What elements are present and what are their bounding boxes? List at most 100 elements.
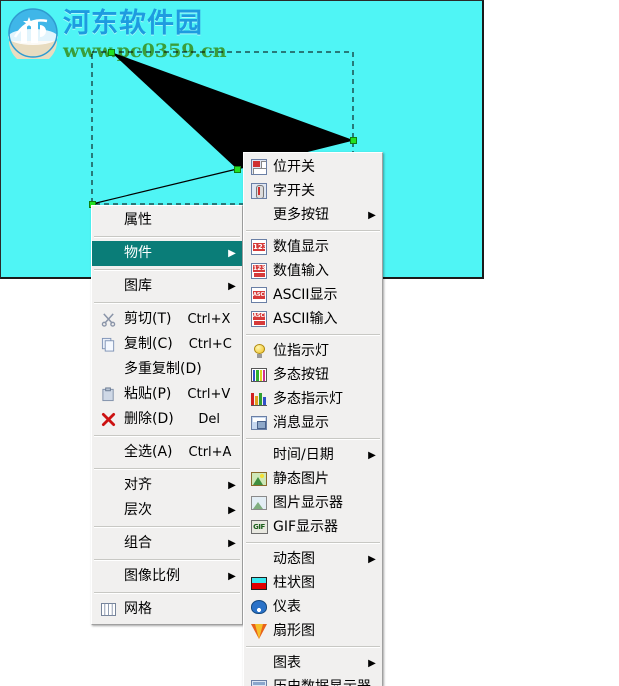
menu-item-accelerator: Ctrl+V — [187, 387, 231, 402]
menu-item-label: 图像比例 — [124, 568, 180, 584]
menu-item-label: 删除(D) — [124, 411, 174, 427]
menu-item-图库[interactable]: 图库 ▶ — [92, 274, 242, 299]
menu-item-accelerator: Ctrl+X — [187, 312, 231, 327]
menu-item-对齐[interactable]: 对齐 ▶ — [92, 473, 242, 498]
multistate-button-icon — [249, 365, 269, 385]
chevron-right-icon: ▶ — [228, 248, 236, 259]
icon-placeholder — [249, 653, 269, 673]
submenu-item-字开关[interactable]: 字开关 — [244, 179, 382, 203]
menu-item-label: 对齐 — [124, 477, 152, 493]
submenu-item-label: 图片显示器 — [273, 495, 343, 511]
bit-switch-icon — [249, 157, 269, 177]
menu-item-label: 组合 — [124, 535, 152, 551]
chevron-right-icon: ▶ — [228, 538, 236, 549]
menu-item-剪切t[interactable]: 剪切(T) Ctrl+X — [92, 307, 242, 332]
submenu-item-label: 位指示灯 — [273, 343, 329, 359]
gauge-icon — [249, 597, 269, 617]
menu-separator — [94, 302, 240, 304]
submenu-item-历史数据显示器[interactable]: 历史数据显示器 — [244, 675, 382, 686]
submenu-item-更多按钮[interactable]: 更多按钮 ▶ — [244, 203, 382, 227]
message-display-icon — [249, 413, 269, 433]
submenu-item-ascii显示[interactable]: ASCII ASCII显示 — [244, 283, 382, 307]
chevron-right-icon: ▶ — [368, 657, 376, 669]
menu-item-多重复制d[interactable]: 多重复制(D) — [92, 357, 242, 382]
bulb-icon — [249, 341, 269, 361]
shape-handle-right[interactable] — [350, 137, 357, 144]
submenu-item-label: 历史数据显示器 — [273, 675, 371, 686]
icon-placeholder — [98, 244, 118, 264]
menu-item-属性[interactable]: 属性 — [92, 208, 242, 233]
shape-handle-top-left[interactable] — [108, 49, 115, 56]
submenu-item-gif显示器[interactable]: GIF GIF显示器 — [244, 515, 382, 539]
menu-separator — [94, 236, 240, 238]
chevron-right-icon: ▶ — [368, 209, 376, 221]
menu-item-label: 物件 — [124, 245, 152, 261]
chevron-right-icon: ▶ — [228, 480, 236, 491]
menu-separator — [94, 559, 240, 561]
icon-placeholder — [98, 476, 118, 496]
menu-item-层次[interactable]: 层次 ▶ — [92, 498, 242, 523]
menu-item-粘贴p[interactable]: 粘贴(P) Ctrl+V — [92, 382, 242, 407]
submenu-item-label: 数值显示 — [273, 239, 329, 255]
menu-item-label: 多重复制(D) — [124, 361, 202, 377]
submenu-item-ascii输入[interactable]: ASCII ASCII输入 — [244, 307, 382, 331]
submenu-item-多态按钮[interactable]: 多态按钮 — [244, 363, 382, 387]
icon-placeholder — [98, 501, 118, 521]
submenu-item-label: 数值输入 — [273, 263, 329, 279]
menu-item-全选a[interactable]: 全选(A) Ctrl+A — [92, 440, 242, 465]
submenu-item-label: 消息显示 — [273, 415, 329, 431]
context-menu[interactable]: 属性 物件 ▶ 图库 ▶ 剪切(T) Ctrl+X 复制(C) Ctrl+C 多重复制(D) 粘贴(… — [91, 205, 243, 625]
paste-icon — [98, 385, 118, 405]
menu-separator — [94, 526, 240, 528]
submenu-item-柱状图[interactable]: 柱状图 — [244, 571, 382, 595]
submenu-item-静态图片[interactable]: 静态图片 — [244, 467, 382, 491]
copy-icon — [98, 335, 118, 355]
menu-item-label: 全选(A) — [124, 444, 173, 460]
menu-item-复制c[interactable]: 复制(C) Ctrl+C — [92, 332, 242, 357]
submenu-item-扇形图[interactable]: 扇形图 — [244, 619, 382, 643]
menu-item-图像比例[interactable]: 图像比例 ▶ — [92, 564, 242, 589]
menu-item-label: 层次 — [124, 502, 152, 518]
submenu-item-位指示灯[interactable]: 位指示灯 — [244, 339, 382, 363]
numeric-display-icon: 123 — [249, 237, 269, 257]
menu-item-label: 剪切(T) — [124, 311, 172, 327]
ascii-input-icon: ASCII — [249, 309, 269, 329]
delete-x-icon — [98, 410, 118, 430]
submenu-item-label: GIF显示器 — [273, 519, 339, 535]
menu-separator — [246, 646, 380, 648]
menu-item-label: 复制(C) — [124, 336, 173, 352]
menu-separator — [94, 592, 240, 594]
icon-placeholder — [98, 277, 118, 297]
icon-placeholder — [249, 205, 269, 225]
submenu-item-动态图[interactable]: 动态图 ▶ — [244, 547, 382, 571]
menu-item-物件[interactable]: 物件 ▶ — [92, 241, 242, 266]
chevron-right-icon: ▶ — [368, 553, 376, 565]
submenu-item-仪表[interactable]: 仪表 — [244, 595, 382, 619]
submenu-item-时间日期[interactable]: 时间/日期 ▶ — [244, 443, 382, 467]
submenu-item-消息显示[interactable]: 消息显示 — [244, 411, 382, 435]
icon-placeholder — [98, 443, 118, 463]
menu-separator — [94, 468, 240, 470]
icon-placeholder — [98, 211, 118, 231]
submenu-item-label: 图表 — [273, 655, 301, 671]
shape-handle-middle[interactable] — [234, 166, 241, 173]
submenu-item-位开关[interactable]: 位开关 — [244, 155, 382, 179]
submenu-item-图片显示器[interactable]: 图片显示器 — [244, 491, 382, 515]
menu-separator — [246, 542, 380, 544]
submenu-item-多态指示灯[interactable]: 多态指示灯 — [244, 387, 382, 411]
submenu-item-label: 时间/日期 — [273, 447, 334, 463]
submenu-item-数值输入[interactable]: 123 数值输入 — [244, 259, 382, 283]
menu-item-组合[interactable]: 组合 ▶ — [92, 531, 242, 556]
menu-item-删除d[interactable]: 删除(D) Del — [92, 407, 242, 432]
scissors-icon — [98, 310, 118, 330]
menu-item-label: 粘贴(P) — [124, 386, 172, 402]
image-viewer-icon — [249, 493, 269, 513]
submenu-item-label: 动态图 — [273, 551, 315, 567]
submenu-item-数值显示[interactable]: 123 数值显示 — [244, 235, 382, 259]
submenu-item-图表[interactable]: 图表 ▶ — [244, 651, 382, 675]
pie-chart-icon — [249, 621, 269, 641]
object-submenu[interactable]: 位开关 字开关 更多按钮 ▶ 123 数值显示 123 数值输入 ASCII ASCII显示 ASC… — [243, 152, 383, 686]
menu-item-label: 图库 — [124, 278, 152, 294]
menu-item-网格[interactable]: 网格 — [92, 597, 242, 622]
submenu-item-label: ASCII输入 — [273, 311, 338, 327]
